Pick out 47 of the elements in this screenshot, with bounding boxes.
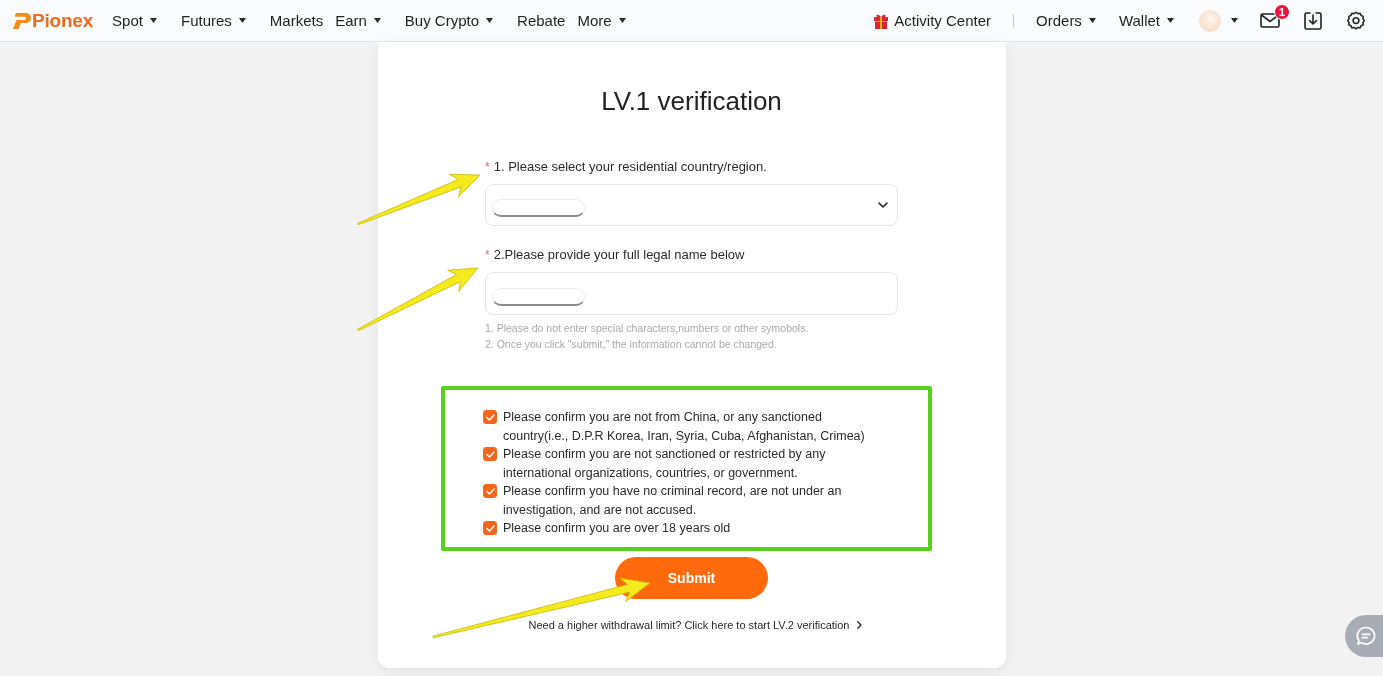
mail-button[interactable] [1260,13,1280,28]
account-menu-item[interactable]: Wallet [1118,12,1174,29]
gift-icon [873,12,890,29]
checkbox[interactable] [483,484,497,498]
checkmark-icon [485,413,495,421]
confirmation-text: Please confirm you are over 18 years old [503,520,732,537]
nav-menu-item[interactable]: Spot [112,12,157,29]
confirmation-text: Please confirm you are not from China, or any sanctioned country(i.e., D.P.R Korea, Iran, Syria, Cuba, Afghanistan, Crimea) [503,409,866,445]
checkmark-icon [485,524,495,532]
profile-menu-button[interactable] [1199,9,1238,32]
checkbox[interactable] [483,521,497,535]
nav-menu-item[interactable]: More [577,12,626,29]
hint-text: 2. Once you click "submit," the information cannot be changed. [485,337,778,352]
lv2-verification-link[interactable]: Need a higher withdrawal limit? Click here to start LV.2 verification [528,616,863,633]
hint-text: 1. Please do not enter special characters,numbers or other symobols. [485,321,810,336]
envelope-icon [1260,13,1280,28]
checkbox[interactable] [483,410,497,424]
chat-button[interactable] [1345,615,1383,657]
confirmation-text: Please confirm you are not sanctioned or restricted by any international organizations, countries, or government. [503,446,827,482]
page-title: LV.1 verification [601,86,782,116]
download-button[interactable] [1304,11,1322,30]
settings-button[interactable] [1346,10,1366,31]
activity-center-link[interactable]: Activity Center [873,12,992,29]
checkmark-icon [485,450,495,458]
required-marker: * [485,247,490,264]
required-marker: * [485,159,490,176]
account-menu-item[interactable]: Orders [1036,12,1096,29]
chevron-right-icon [857,620,863,629]
nav-menu-item[interactable]: Earn [335,12,381,29]
checkbox[interactable] [483,447,497,461]
settings-icon [1346,10,1366,31]
logo-icon [12,12,31,29]
download-icon [1304,11,1322,30]
field-label: 1. Please select your residential country/region. [493,158,767,176]
field-label: 2.Please provide your full legal name below [493,246,745,264]
chat-bubble-icon [1356,626,1376,646]
confirmation-text: Please confirm you have no criminal record, are not under an investigation, and are not accused. [503,483,843,519]
avatar-icon [1199,9,1221,32]
checkmark-icon [485,487,495,495]
caret-icon [1231,18,1238,23]
chevron-down-icon [878,202,888,208]
name-input-field[interactable] [485,272,898,315]
nav-menu-item[interactable]: Buy Crypto [404,12,494,29]
nav-menu-item[interactable]: Rebate [517,12,566,29]
notification-badge: 1 [1273,4,1290,20]
nav-menu-item[interactable]: Futures [180,12,246,29]
nav-menu-item[interactable]: Markets [269,12,324,29]
